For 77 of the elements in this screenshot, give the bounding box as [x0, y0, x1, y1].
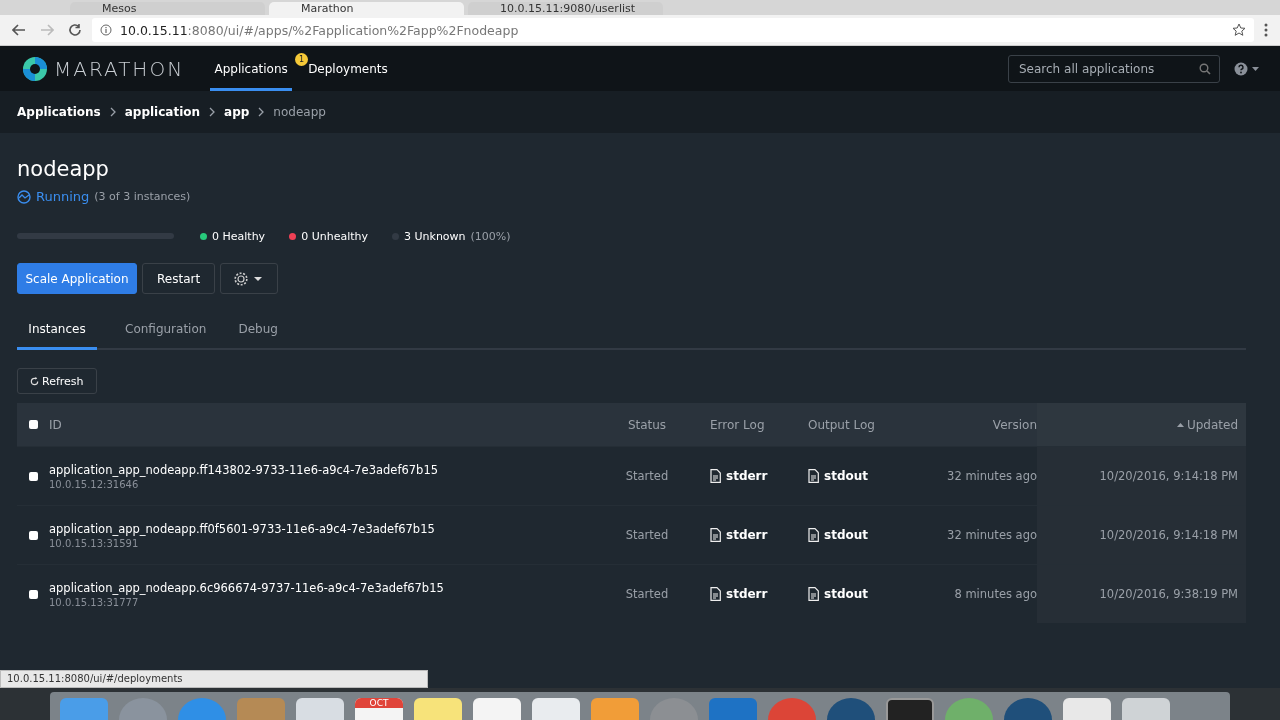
log-link[interactable]: stdout — [808, 587, 868, 601]
column-header[interactable]: Updated — [1176, 417, 1238, 432]
instance-count: (3 of 3 instances) — [94, 190, 191, 203]
refresh-icon — [30, 376, 39, 386]
chevron-icon — [258, 107, 265, 117]
status-text: Running — [36, 189, 90, 204]
version-cell: 32 minutes ago — [947, 469, 1037, 483]
app-logo: MARATHON — [54, 56, 185, 81]
column-header[interactable]: Status — [627, 417, 667, 432]
refresh-button[interactable]: Refresh — [17, 368, 97, 394]
file-icon — [808, 587, 819, 601]
host-address: 10.0.15.12:31646 — [49, 478, 140, 490]
browser-tab[interactable]: Mesos — [70, 2, 265, 15]
instance-id[interactable]: application_app_nodeapp.6c966674-9737-11e6-a9c4-7e3adef67b15 — [49, 580, 444, 595]
count-badge: 1 — [295, 53, 309, 66]
address-field[interactable]: 10.0.15.11:8080/ui/#/apps/%2Fapplication%2Fapp%2Fnodeapp — [92, 18, 1254, 42]
health-percent: (100%) — [470, 229, 511, 243]
tab[interactable]: Instances — [17, 311, 97, 350]
file-icon — [710, 587, 721, 601]
column-header[interactable]: Version — [992, 417, 1037, 432]
restart-button[interactable]: Restart — [142, 263, 216, 294]
log-link[interactable]: stderr — [710, 469, 768, 483]
search-field[interactable]: Search all applications — [1008, 54, 1220, 83]
app-title: nodeapp — [17, 156, 110, 183]
health-label: 3 Unknown — [404, 229, 466, 243]
tab[interactable]: Configuration — [109, 311, 223, 350]
column-header[interactable]: Output Log — [808, 417, 875, 432]
host-address: 10.0.15.13:31777 — [49, 596, 140, 608]
file-icon — [808, 469, 819, 483]
status-cell: Started — [625, 528, 669, 542]
sort-icon — [1176, 422, 1184, 427]
version-cell: 32 minutes ago — [947, 528, 1037, 542]
column-header[interactable]: Error Log — [710, 417, 765, 432]
info-icon[interactable] — [100, 24, 112, 36]
checkbox[interactable] — [28, 589, 38, 599]
breadcrumb-link[interactable]: application — [124, 105, 201, 119]
link-preview: 10.0.15.11:8080/ui/#/deployments — [0, 670, 428, 688]
file-icon — [710, 469, 721, 483]
updated-cell: 10/20/2016, 9:14:18 PM — [1099, 469, 1238, 483]
log-link[interactable]: stderr — [710, 528, 768, 542]
updated-cell: 10/20/2016, 9:38:19 PM — [1099, 587, 1238, 601]
file-icon — [808, 528, 819, 542]
status-cell: Started — [625, 587, 669, 601]
health-label: 0 Healthy — [212, 229, 266, 243]
updated-cell: 10/20/2016, 9:14:18 PM — [1099, 528, 1238, 542]
log-link[interactable]: stdout — [808, 528, 868, 542]
scale-button[interactable]: Scale Application — [17, 263, 137, 294]
breadcrumb-link[interactable]: nodeapp — [273, 105, 326, 119]
star-icon[interactable] — [1232, 23, 1246, 37]
checkbox[interactable] — [28, 420, 38, 429]
settings-dropdown[interactable] — [220, 263, 279, 294]
version-cell: 8 minutes ago — [954, 587, 1037, 601]
nav-tab[interactable]: Deployments 1 — [294, 46, 402, 91]
calendar-icon[interactable]: OCT — [355, 698, 403, 720]
health-label: 0 Unhealthy — [301, 229, 368, 243]
search-icon — [1199, 62, 1211, 75]
checkbox[interactable] — [28, 471, 38, 481]
instance-id[interactable]: application_app_nodeapp.ff143802-9733-11e6-a9c4-7e3adef67b15 — [49, 462, 439, 477]
log-link[interactable]: stdout — [808, 469, 868, 483]
breadcrumb-link[interactable]: app — [224, 105, 250, 119]
chevron-icon — [109, 107, 116, 117]
chevron-icon — [209, 107, 216, 117]
browser-tab[interactable]: 10.0.15.11:9080/userlist — [468, 2, 663, 15]
gear-icon — [234, 271, 265, 286]
file-icon — [710, 528, 721, 542]
checkbox[interactable] — [28, 530, 38, 540]
tab[interactable]: Debug — [222, 311, 294, 350]
host-address: 10.0.15.13:31591 — [49, 537, 140, 549]
instance-id[interactable]: application_app_nodeapp.ff0f5601-9733-11e6-a9c4-7e3adef67b15 — [49, 521, 435, 536]
running-icon — [17, 189, 31, 204]
column-header[interactable]: ID — [49, 417, 62, 432]
breadcrumb-link[interactable]: Applications — [17, 105, 101, 119]
help-menu[interactable] — [1234, 61, 1260, 76]
logo-icon — [22, 55, 48, 82]
browser-tab[interactable]: Marathon — [269, 2, 464, 15]
log-link[interactable]: stderr — [710, 587, 768, 601]
status-cell: Started — [625, 469, 669, 483]
